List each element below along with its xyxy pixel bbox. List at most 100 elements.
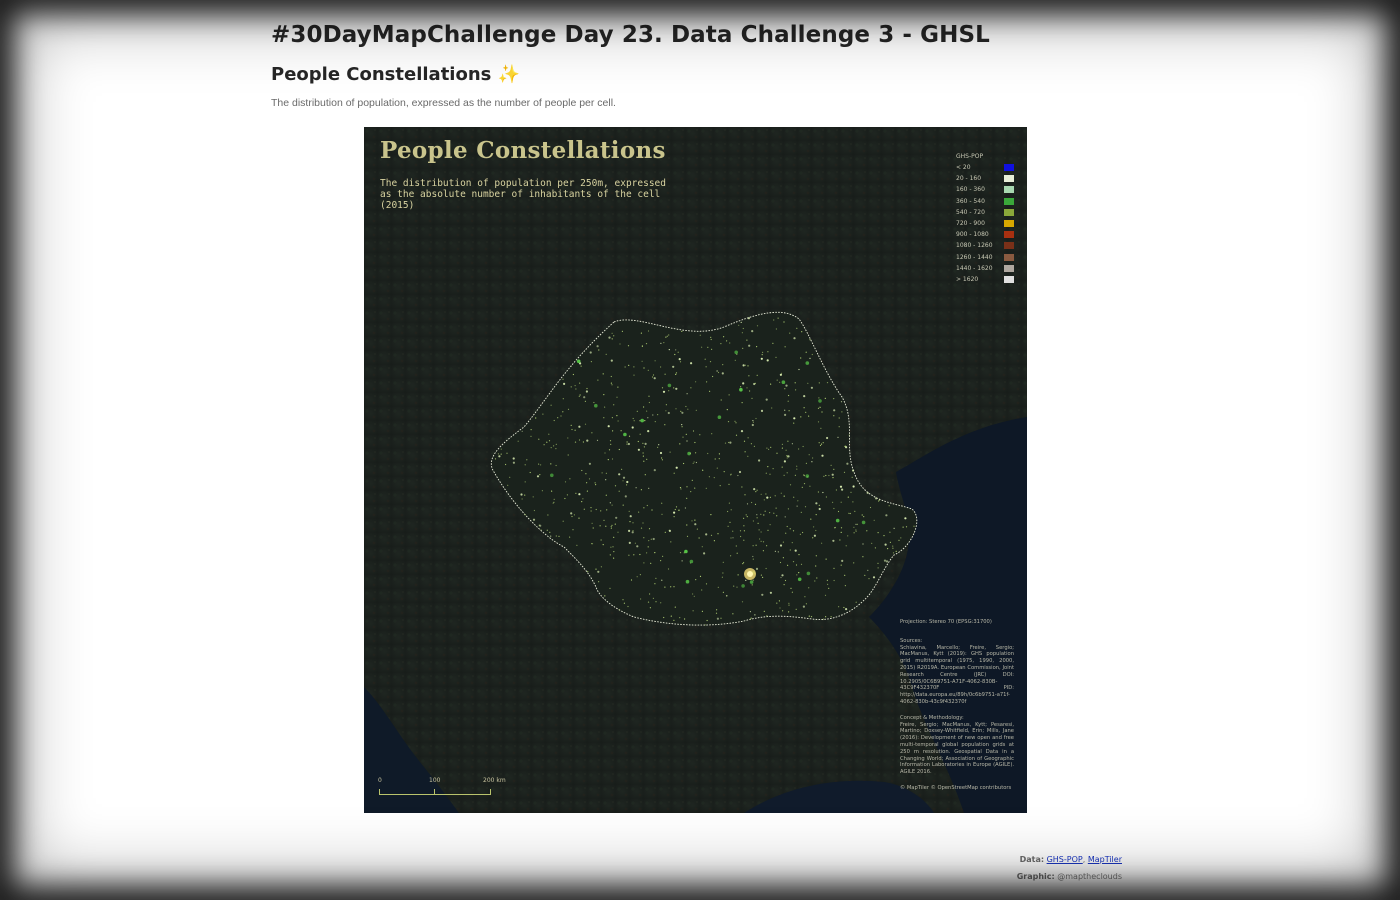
population-dot xyxy=(695,461,697,464)
population-dot xyxy=(787,564,789,566)
legend-item-label: 1440 - 1620 xyxy=(956,264,993,272)
population-dot xyxy=(734,420,736,422)
population-dot xyxy=(728,394,730,396)
population-dot xyxy=(798,554,800,556)
population-dot xyxy=(838,606,840,608)
population-dot xyxy=(716,370,718,372)
population-dot xyxy=(845,608,848,611)
population-dot xyxy=(781,380,786,384)
population-dot xyxy=(588,462,591,465)
population-dot xyxy=(794,474,796,476)
population-dot xyxy=(605,472,607,474)
sparkles-icon: ✨ xyxy=(497,64,521,85)
population-dot xyxy=(845,445,847,447)
population-dot xyxy=(721,576,723,578)
population-dot xyxy=(805,351,807,353)
population-dot xyxy=(538,463,540,465)
population-dot xyxy=(800,563,803,565)
credits-methodology: Concept & Methodology: Freire, Sergio; M… xyxy=(900,715,1014,776)
population-dot xyxy=(767,466,769,468)
population-dot xyxy=(743,561,745,564)
scale-midtick xyxy=(434,789,435,794)
population-dot xyxy=(668,334,670,336)
population-dot xyxy=(818,399,822,403)
population-dot xyxy=(833,567,835,569)
population-dot xyxy=(692,593,694,595)
population-dot xyxy=(517,440,519,442)
link-maptiler[interactable]: MapTiler xyxy=(1088,855,1122,864)
population-dot xyxy=(636,545,639,548)
population-dot xyxy=(769,524,771,526)
population-dot xyxy=(611,332,613,334)
population-dot xyxy=(505,463,507,466)
population-dot xyxy=(600,566,602,568)
population-dot xyxy=(701,589,703,591)
population-dot xyxy=(661,459,663,461)
population-dot xyxy=(641,360,643,362)
population-dot xyxy=(755,544,757,546)
population-dot xyxy=(840,401,843,403)
population-dot xyxy=(631,426,634,429)
population-dot xyxy=(598,581,600,583)
population-dot xyxy=(752,545,754,547)
population-dot xyxy=(726,409,728,411)
population-dot xyxy=(751,330,754,333)
population-dot xyxy=(655,601,657,603)
legend-item-label: 1260 - 1440 xyxy=(956,253,993,261)
population-dot xyxy=(720,617,722,619)
population-dot xyxy=(803,407,805,409)
population-dot xyxy=(623,602,625,604)
population-dot xyxy=(800,511,802,513)
population-dot xyxy=(761,354,763,356)
population-dot xyxy=(722,572,724,574)
population-dot xyxy=(608,449,611,451)
population-dot xyxy=(661,579,663,581)
population-dot xyxy=(784,388,786,390)
population-dot xyxy=(783,460,786,463)
population-dot xyxy=(633,374,635,376)
population-dot xyxy=(791,443,793,445)
population-dot xyxy=(696,528,698,530)
legend-item-label: > 1620 xyxy=(956,275,979,283)
population-dot xyxy=(623,432,627,437)
population-dot xyxy=(571,515,573,518)
population-dot xyxy=(760,531,762,533)
population-dot xyxy=(637,448,640,451)
population-dot xyxy=(576,544,578,546)
population-dot xyxy=(750,443,752,445)
population-dot xyxy=(548,440,551,442)
population-dot xyxy=(744,494,746,496)
population-dot xyxy=(815,502,818,505)
population-dot xyxy=(783,584,785,586)
population-dot xyxy=(781,447,783,449)
population-dot xyxy=(673,516,675,518)
population-dot xyxy=(785,384,788,387)
population-dot xyxy=(773,319,775,321)
population-dot xyxy=(618,490,620,492)
subtitle-text: People Constellations xyxy=(271,64,492,85)
population-dot xyxy=(578,395,580,397)
population-dot xyxy=(749,390,751,392)
population-dot xyxy=(655,577,657,579)
population-dot xyxy=(580,365,582,367)
page-title: #30DayMapChallenge Day 23. Data Challeng… xyxy=(271,22,990,48)
population-dot xyxy=(707,452,709,455)
population-dot xyxy=(626,443,628,445)
population-dot xyxy=(722,364,724,366)
population-dot xyxy=(727,510,729,513)
population-dot xyxy=(695,381,697,383)
population-dot xyxy=(792,530,795,532)
population-dot xyxy=(887,548,889,550)
population-dot xyxy=(834,526,836,529)
population-dot xyxy=(659,451,663,455)
link-ghs-pop[interactable]: GHS-POP xyxy=(1047,855,1083,864)
page-description: The distribution of population, expresse… xyxy=(271,97,616,109)
population-dot xyxy=(540,529,542,531)
population-dot xyxy=(661,502,663,504)
population-dot xyxy=(584,400,586,402)
population-dot xyxy=(787,400,789,402)
population-dot xyxy=(825,496,827,498)
population-dot xyxy=(761,593,764,596)
population-dot xyxy=(783,321,785,323)
population-dot xyxy=(621,330,623,332)
